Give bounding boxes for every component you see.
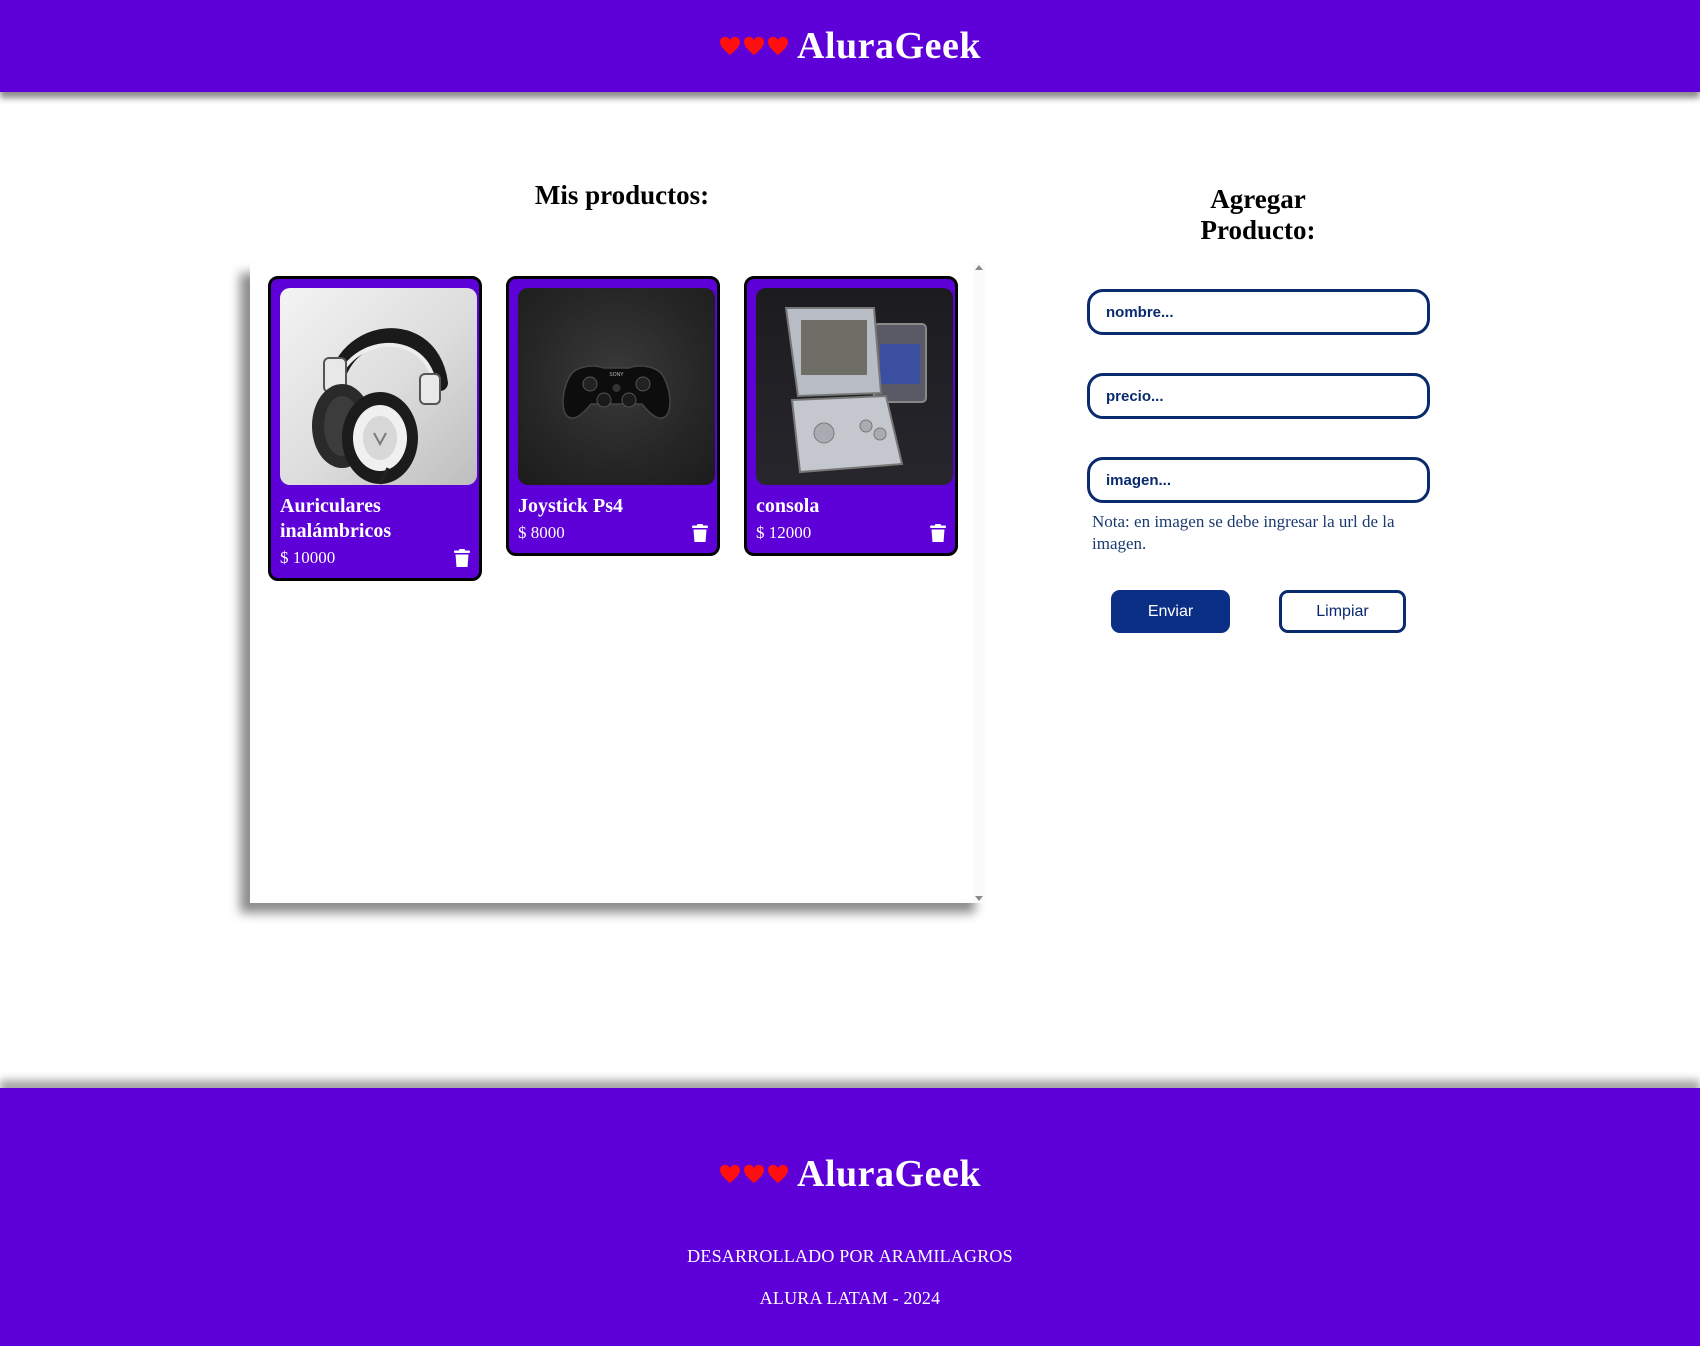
- product-card: consola $ 12000: [744, 276, 958, 556]
- hearts-group: [719, 1164, 789, 1184]
- clear-button[interactable]: Limpiar: [1279, 590, 1406, 633]
- products-title: Mis productos:: [534, 180, 710, 210]
- product-name: consola: [756, 495, 820, 517]
- product-name: Joystick Ps4: [518, 495, 623, 517]
- products-scrollbar[interactable]: [973, 263, 985, 903]
- hearts-group: [719, 36, 789, 56]
- heart-icon: [720, 1164, 741, 1184]
- name-input[interactable]: [1087, 289, 1430, 335]
- add-product-title: Agregar Producto:: [1200, 184, 1316, 245]
- trash-icon[interactable]: [454, 548, 470, 568]
- product-name: Auriculares inalámbricos: [280, 495, 392, 542]
- site-footer: AluraGeek DESARROLLADO POR ARAMILAGROS A…: [0, 1088, 1700, 1346]
- ps4-controller-image: SONY: [518, 288, 715, 485]
- footer-brand-logo[interactable]: AluraGeek: [0, 1152, 1700, 1196]
- price-input[interactable]: [1087, 373, 1430, 419]
- product-price: $ 10000: [280, 548, 336, 567]
- trash-icon[interactable]: [692, 523, 708, 543]
- image-note: Nota: en imagen se debe ingresar la url …: [1092, 512, 1395, 553]
- svg-text:SONY: SONY: [609, 372, 624, 378]
- copyright-text: ALURA LATAM - 2024: [759, 1288, 941, 1308]
- trash-icon[interactable]: [930, 523, 946, 543]
- product-price: $ 8000: [518, 523, 565, 542]
- developer-credit: DESARROLLADO POR ARAMILAGROS: [687, 1246, 1013, 1266]
- heart-icon: [768, 1164, 789, 1184]
- brand-logo[interactable]: AluraGeek: [719, 24, 981, 68]
- heart-icon: [720, 36, 741, 56]
- gameboy-advance-sp-image: [756, 288, 953, 485]
- submit-button[interactable]: Enviar: [1111, 590, 1230, 633]
- product-card: Auriculares inalámbricos $ 10000: [268, 276, 482, 581]
- scroll-up-arrow-icon[interactable]: [975, 265, 983, 270]
- product-card: SONY Joystick Ps4 $ 8000: [506, 276, 720, 556]
- product-price: $ 12000: [756, 523, 812, 542]
- heart-icon: [744, 1164, 765, 1184]
- image-url-input[interactable]: [1087, 457, 1430, 503]
- scroll-down-arrow-icon[interactable]: [975, 896, 983, 901]
- brand-name: AluraGeek: [797, 25, 981, 67]
- site-header: AluraGeek: [0, 0, 1700, 92]
- headphones-image: [280, 288, 477, 485]
- heart-icon: [768, 36, 789, 56]
- heart-icon: [744, 36, 765, 56]
- footer-brand-name: AluraGeek: [797, 1153, 981, 1195]
- products-list[interactable]: Auriculares inalámbricos $ 10000 SONY Jo…: [250, 263, 985, 903]
